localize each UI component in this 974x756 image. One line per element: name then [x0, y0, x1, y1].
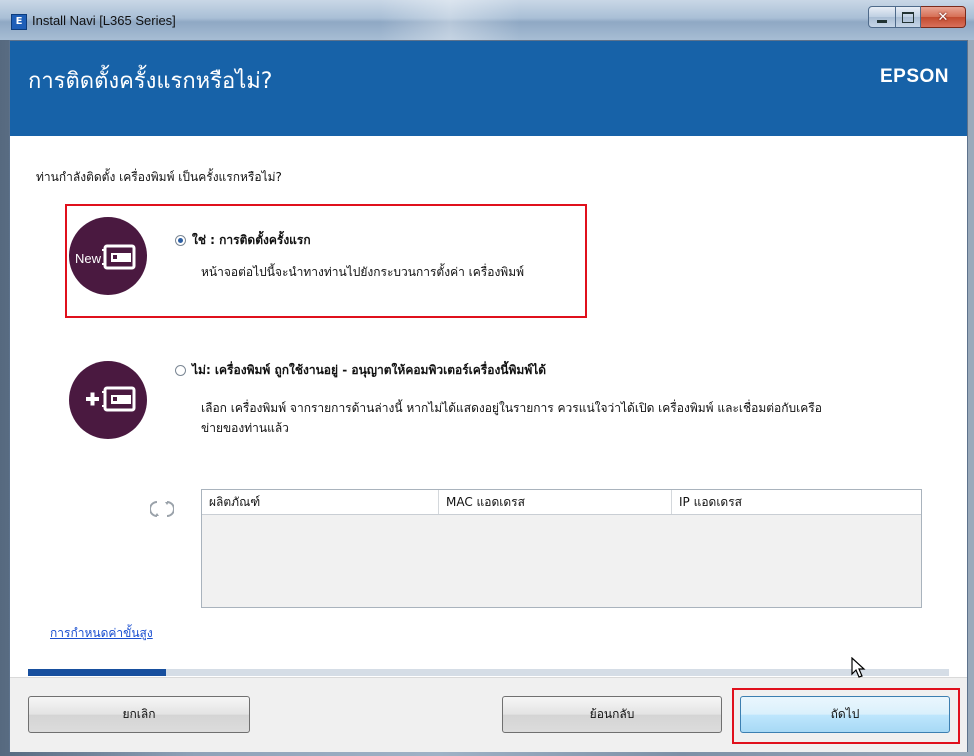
- window-title: Install Navi [L365 Series]: [32, 13, 176, 28]
- option-already-in-use[interactable]: ไม่: เครื่องพิมพ์ ถูกใช้งานอยู่ - อนุญาต…: [175, 361, 546, 380]
- minimize-button[interactable]: [868, 6, 896, 28]
- option-first-install[interactable]: ใช่ : การติดตั้งครั้งแรก: [175, 231, 311, 250]
- epson-logo: EPSON: [879, 66, 949, 87]
- back-button[interactable]: ย้อนกลับ: [502, 696, 722, 733]
- column-header-mac-address[interactable]: MAC แอดเดรส: [439, 490, 672, 514]
- option-already-in-use-description-line1: เลือก เครื่องพิมพ์ จากรายการด้านล่างนี้ …: [201, 401, 822, 415]
- printer-list-header: ผลิตภัณฑ์ MAC แอดเดรส IP แอดเดรส: [202, 490, 921, 515]
- add-printer-icon: [69, 361, 147, 439]
- advanced-settings-link[interactable]: การกำหนดค่าขั้นสูง: [50, 624, 153, 643]
- install-progress-bar: [28, 669, 949, 676]
- installer-window: E Install Navi [L365 Series] ✕ การติดตั้…: [0, 0, 974, 756]
- refresh-icon[interactable]: [150, 499, 174, 519]
- mouse-cursor-icon: [851, 657, 866, 678]
- option-already-in-use-label: ไม่: เครื่องพิมพ์ ถูกใช้งานอยู่ - อนุญาต…: [192, 363, 547, 377]
- new-printer-icon: New: [69, 217, 147, 295]
- page-title: การติดตั้งครั้งแรกหรือไม่?: [28, 69, 273, 94]
- radio-already-in-use[interactable]: [175, 365, 186, 376]
- next-button[interactable]: ถัดไป: [740, 696, 950, 733]
- option-first-install-description: หน้าจอต่อไปนี้จะนำทางท่านไปยังกระบวนการต…: [201, 265, 525, 279]
- install-question: ท่านกำลังติดตั้ง เครื่องพิมพ์ เป็นครั้งแ…: [36, 170, 282, 184]
- epson-app-icon: E: [11, 14, 27, 30]
- page-header: การติดตั้งครั้งแรกหรือไม่? EPSON: [10, 41, 967, 136]
- maximize-button[interactable]: [896, 6, 921, 28]
- option-already-in-use-description-line2: ข่ายของท่านแล้ว: [201, 421, 289, 435]
- install-progress-fill: [28, 669, 167, 676]
- caption-buttons: ✕: [868, 6, 966, 28]
- footer-bar: ยกเลิก ย้อนกลับ ถัดไป: [10, 677, 967, 752]
- radio-first-install[interactable]: [175, 235, 186, 246]
- option-first-install-label: ใช่ : การติดตั้งครั้งแรก: [192, 233, 311, 247]
- close-button[interactable]: ✕: [921, 6, 966, 28]
- minimize-icon: [877, 19, 887, 23]
- title-bar[interactable]: E Install Navi [L365 Series] ✕: [0, 0, 974, 40]
- printer-list-table[interactable]: ผลิตภัณฑ์ MAC แอดเดรส IP แอดเดรส: [201, 489, 922, 608]
- installer-client-area: การติดตั้งครั้งแรกหรือไม่? EPSON ท่านกำล…: [9, 40, 968, 752]
- column-header-ip-address[interactable]: IP แอดเดรส: [672, 490, 921, 514]
- close-icon: ✕: [937, 9, 949, 25]
- column-header-product[interactable]: ผลิตภัณฑ์: [202, 490, 439, 514]
- cancel-button[interactable]: ยกเลิก: [28, 696, 250, 733]
- new-badge-text: New: [75, 251, 102, 266]
- maximize-icon: [902, 11, 914, 23]
